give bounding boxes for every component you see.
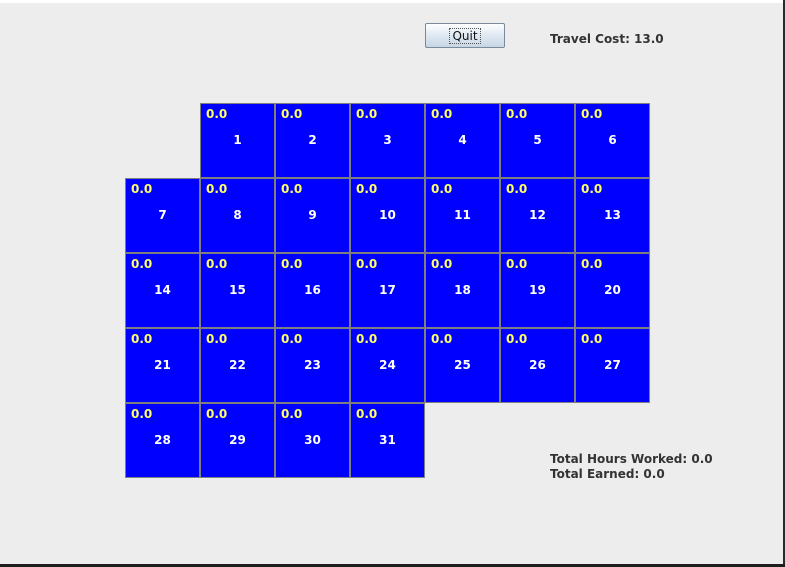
day-number: 16 — [304, 283, 321, 297]
day-number: 13 — [604, 208, 621, 222]
day-number: 14 — [154, 283, 171, 297]
day-hours-value: 0.0 — [131, 182, 153, 196]
day-hours-value: 0.0 — [431, 332, 453, 346]
day-number: 23 — [304, 358, 321, 372]
day-number: 24 — [379, 358, 396, 372]
day-number: 26 — [529, 358, 546, 372]
day-hours-value: 0.0 — [131, 257, 153, 271]
day-number: 27 — [604, 358, 621, 372]
day-cell[interactable]: 0.0 7 — [125, 178, 200, 253]
day-number: 17 — [379, 283, 396, 297]
day-number: 20 — [604, 283, 621, 297]
day-number: 25 — [454, 358, 471, 372]
day-number: 5 — [533, 133, 542, 147]
day-hours-value: 0.0 — [281, 257, 303, 271]
day-hours-value: 0.0 — [506, 182, 528, 196]
day-cell[interactable]: 0.0 1 — [200, 103, 275, 178]
day-cell[interactable]: 0.0 18 — [425, 253, 500, 328]
day-cell[interactable]: 0.0 24 — [350, 328, 425, 403]
day-hours-value: 0.0 — [431, 107, 453, 121]
day-cell[interactable]: 0.0 20 — [575, 253, 650, 328]
day-cell[interactable]: 0.0 6 — [575, 103, 650, 178]
day-number: 9 — [308, 208, 317, 222]
day-number: 8 — [233, 208, 242, 222]
day-cell[interactable]: 0.0 30 — [275, 403, 350, 478]
day-cell[interactable]: 0.0 8 — [200, 178, 275, 253]
day-cell[interactable]: 0.0 29 — [200, 403, 275, 478]
day-cell[interactable]: 0.0 16 — [275, 253, 350, 328]
travel-cost-label: Travel Cost: 13.0 — [550, 32, 664, 46]
day-number: 31 — [379, 433, 396, 447]
day-cell[interactable]: 0.0 17 — [350, 253, 425, 328]
day-number: 7 — [158, 208, 167, 222]
day-hours-value: 0.0 — [281, 332, 303, 346]
day-cell[interactable]: 0.0 28 — [125, 403, 200, 478]
day-hours-value: 0.0 — [581, 257, 603, 271]
day-number: 30 — [304, 433, 321, 447]
day-number: 11 — [454, 208, 471, 222]
day-cell[interactable]: 0.0 9 — [275, 178, 350, 253]
day-hours-value: 0.0 — [206, 407, 228, 421]
day-number: 28 — [154, 433, 171, 447]
day-hours-value: 0.0 — [356, 332, 378, 346]
day-number: 22 — [229, 358, 246, 372]
day-number: 4 — [458, 133, 467, 147]
day-hours-value: 0.0 — [281, 182, 303, 196]
day-hours-value: 0.0 — [281, 107, 303, 121]
day-hours-value: 0.0 — [281, 407, 303, 421]
day-cell[interactable]: 0.0 4 — [425, 103, 500, 178]
day-hours-value: 0.0 — [506, 107, 528, 121]
total-earned-label: Total Earned: 0.0 — [550, 467, 665, 481]
day-cell[interactable]: 0.0 31 — [350, 403, 425, 478]
day-hours-value: 0.0 — [206, 182, 228, 196]
day-number: 1 — [233, 133, 242, 147]
day-hours-value: 0.0 — [206, 257, 228, 271]
day-number: 18 — [454, 283, 471, 297]
day-hours-value: 0.0 — [581, 182, 603, 196]
day-hours-value: 0.0 — [356, 257, 378, 271]
day-cell[interactable]: 0.0 21 — [125, 328, 200, 403]
day-hours-value: 0.0 — [206, 332, 228, 346]
day-hours-value: 0.0 — [356, 107, 378, 121]
day-cell[interactable]: 0.0 10 — [350, 178, 425, 253]
day-cell[interactable]: 0.0 3 — [350, 103, 425, 178]
window-top-edge — [0, 0, 785, 3]
day-number: 21 — [154, 358, 171, 372]
day-cell[interactable]: 0.0 23 — [275, 328, 350, 403]
day-hours-value: 0.0 — [581, 332, 603, 346]
day-cell[interactable]: 0.0 19 — [500, 253, 575, 328]
day-cell[interactable]: 0.0 27 — [575, 328, 650, 403]
day-hours-value: 0.0 — [356, 407, 378, 421]
day-hours-value: 0.0 — [506, 257, 528, 271]
day-cell[interactable]: 0.0 2 — [275, 103, 350, 178]
day-hours-value: 0.0 — [581, 107, 603, 121]
total-hours-worked-label: Total Hours Worked: 0.0 — [550, 452, 713, 466]
day-cell[interactable]: 0.0 22 — [200, 328, 275, 403]
day-cell[interactable]: 0.0 13 — [575, 178, 650, 253]
day-hours-value: 0.0 — [206, 107, 228, 121]
day-number: 15 — [229, 283, 246, 297]
day-number: 19 — [529, 283, 546, 297]
day-number: 12 — [529, 208, 546, 222]
day-number: 10 — [379, 208, 396, 222]
day-cell[interactable]: 0.0 11 — [425, 178, 500, 253]
day-hours-value: 0.0 — [506, 332, 528, 346]
day-cell[interactable]: 0.0 14 — [125, 253, 200, 328]
day-cell[interactable]: 0.0 25 — [425, 328, 500, 403]
day-number: 2 — [308, 133, 317, 147]
day-hours-value: 0.0 — [431, 257, 453, 271]
day-cell[interactable]: 0.0 12 — [500, 178, 575, 253]
day-number: 29 — [229, 433, 246, 447]
day-hours-value: 0.0 — [356, 182, 378, 196]
day-cell[interactable]: 0.0 26 — [500, 328, 575, 403]
day-cell[interactable]: 0.0 15 — [200, 253, 275, 328]
quit-button[interactable]: Quit — [425, 23, 505, 48]
day-number: 3 — [383, 133, 392, 147]
day-cell[interactable]: 0.0 5 — [500, 103, 575, 178]
day-hours-value: 0.0 — [131, 332, 153, 346]
day-hours-value: 0.0 — [431, 182, 453, 196]
day-number: 6 — [608, 133, 617, 147]
quit-button-label: Quit — [449, 27, 481, 44]
day-hours-value: 0.0 — [131, 407, 153, 421]
